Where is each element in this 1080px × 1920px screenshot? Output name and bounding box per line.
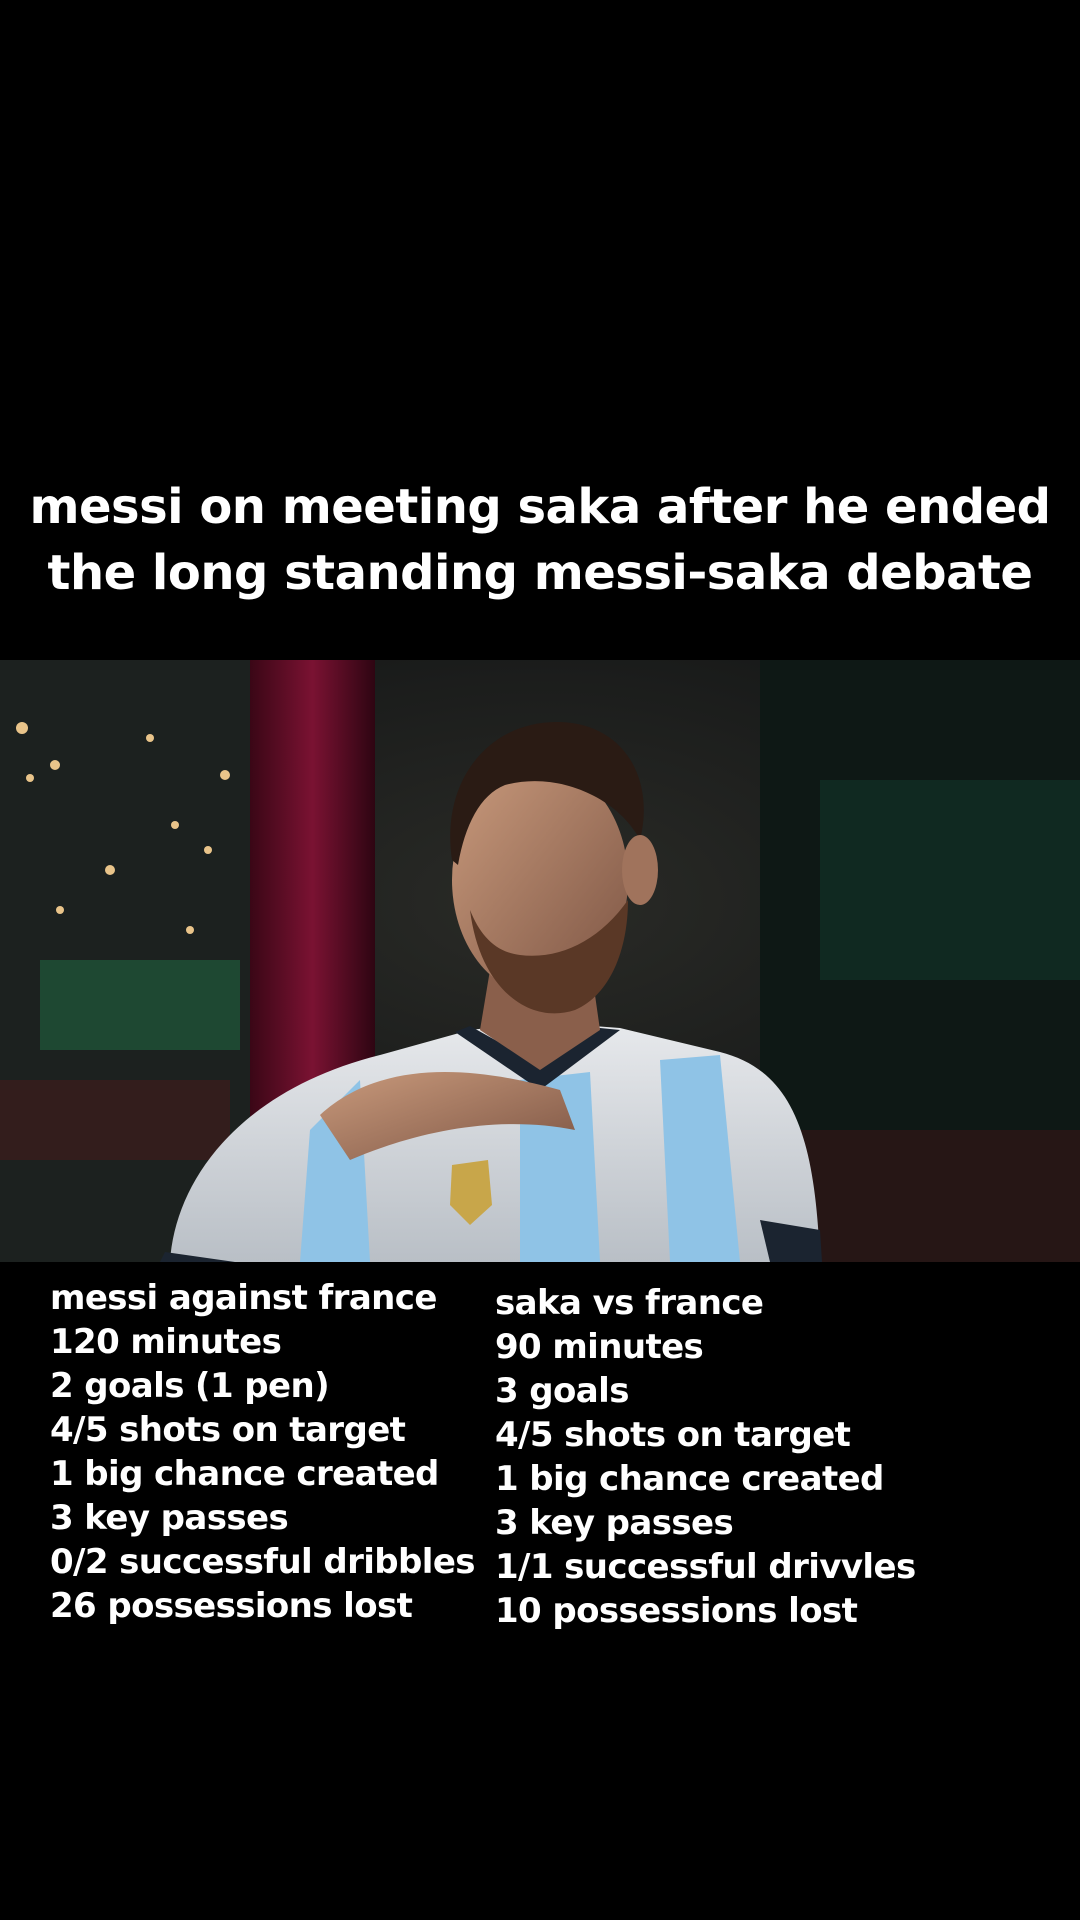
stat-line: 1 big chance created	[50, 1454, 439, 1494]
stat-line: 1/1 successful drivvles	[495, 1547, 916, 1587]
stat-line: 0/2 successful dribbles	[50, 1542, 476, 1582]
messi-stats-title: messi against france	[50, 1278, 437, 1318]
stat-line: 2 goals (1 pen)	[50, 1366, 330, 1406]
saka-stats-title: saka vs france	[495, 1283, 764, 1323]
stat-line: 4/5 shots on target	[50, 1410, 406, 1450]
stat-line: 120 minutes	[50, 1322, 282, 1362]
stat-line: 3 goals	[495, 1371, 629, 1411]
video-still	[0, 660, 1080, 1262]
stat-line: 26 possessions lost	[50, 1586, 413, 1626]
messi-stats: messi against france 120 minutes 2 goals…	[50, 1276, 476, 1628]
stat-line: 3 key passes	[495, 1503, 734, 1543]
stat-line: 10 possessions lost	[495, 1591, 858, 1631]
saka-stats: saka vs france 90 minutes 3 goals 4/5 sh…	[495, 1281, 916, 1633]
video-frame[interactable]	[0, 660, 1080, 1262]
stat-line: 4/5 shots on target	[495, 1415, 851, 1455]
video-caption: messi on meeting saka after he ended the…	[0, 474, 1080, 606]
stat-line: 1 big chance created	[495, 1459, 884, 1499]
caption-line-1: messi on meeting saka after he ended	[29, 479, 1051, 535]
stat-line: 3 key passes	[50, 1498, 289, 1538]
caption-line-2: the long standing messi-saka debate	[47, 545, 1033, 601]
stat-line: 90 minutes	[495, 1327, 704, 1367]
